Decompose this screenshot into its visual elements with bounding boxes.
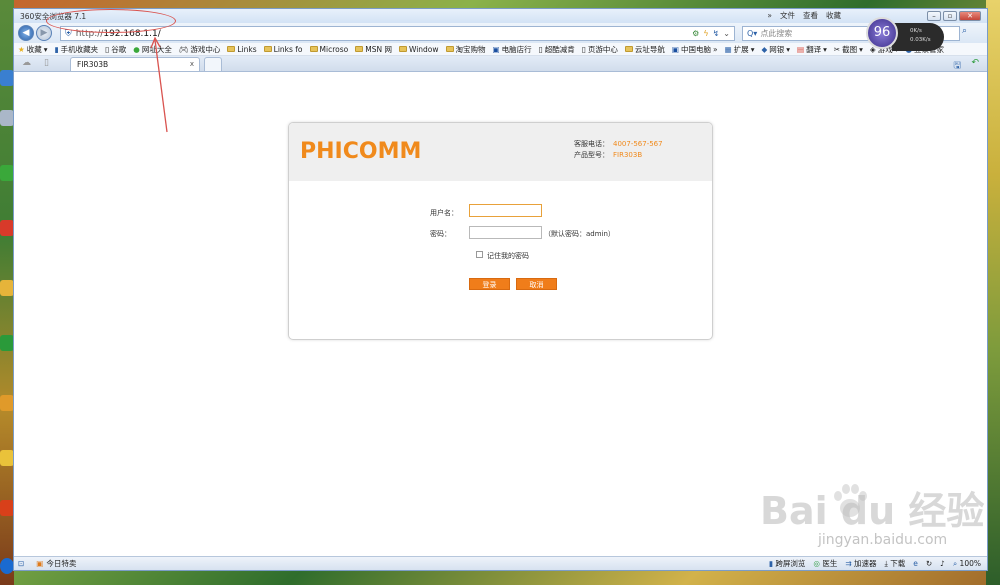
watermark-url: jingyan.baidu.com (818, 532, 948, 548)
baidu-watermark: Bai du 经验 (760, 489, 985, 533)
